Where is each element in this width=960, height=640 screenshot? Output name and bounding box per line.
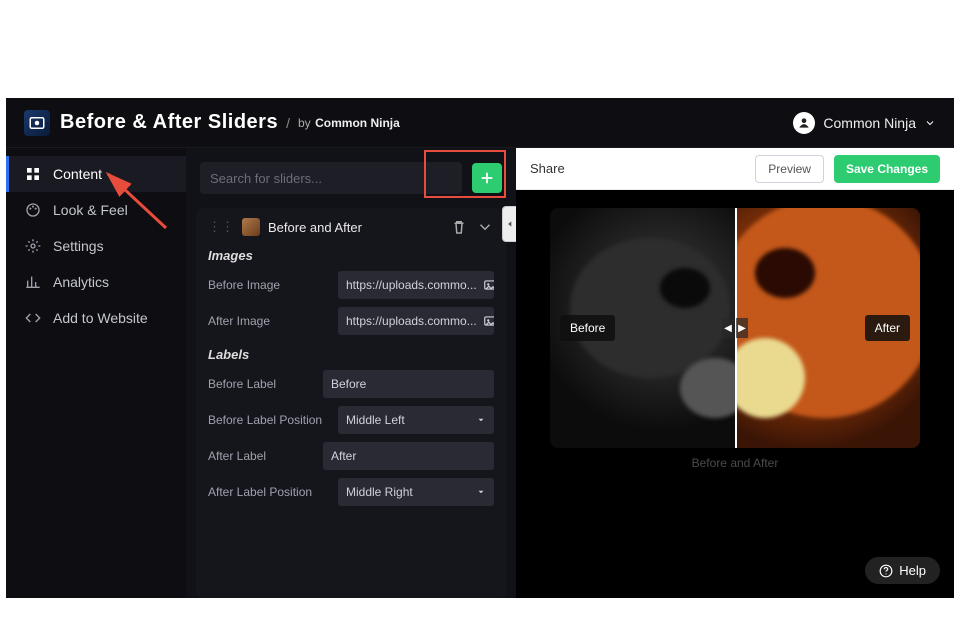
sidebar-item-look-feel[interactable]: Look & Feel <box>6 192 186 228</box>
sidebar-item-content[interactable]: Content <box>6 156 186 192</box>
user-name: Common Ninja <box>823 115 916 131</box>
sidebar-item-settings[interactable]: Settings <box>6 228 186 264</box>
sidebar-item-label: Analytics <box>53 274 109 290</box>
help-button[interactable]: Help <box>865 557 940 584</box>
user-menu[interactable]: Common Ninja <box>793 112 936 134</box>
before-image-field[interactable]: https://uploads.commo... <box>338 271 494 299</box>
app-body: Content Look & Feel Settings Analytics A… <box>6 148 954 598</box>
section-heading-images: Images <box>208 248 494 263</box>
chart-icon <box>25 274 41 290</box>
slider-title: Before and After <box>268 220 362 235</box>
gear-icon <box>25 238 41 254</box>
preview-toolbar: Share Preview Save Changes <box>516 148 954 190</box>
after-image-value: https://uploads.commo... <box>346 314 477 328</box>
chevron-down-icon <box>924 117 936 129</box>
app-logo-icon <box>24 110 50 136</box>
before-pos-select[interactable] <box>338 406 494 434</box>
content-panel: ⋮⋮ Before and After Images Before Image … <box>186 148 516 598</box>
sidebar-item-label: Look & Feel <box>53 202 128 218</box>
field-label-before-image: Before Image <box>208 278 328 292</box>
slider-caption: Before and After <box>692 456 779 470</box>
field-label-before-pos: Before Label Position <box>208 413 328 427</box>
arrow-right-icon: ▶ <box>736 318 748 338</box>
before-tag: Before <box>560 315 615 341</box>
after-image-field[interactable]: https://uploads.commo... <box>338 307 494 335</box>
before-after-slider[interactable]: ◀ ▶ Before After <box>550 208 920 448</box>
sidebar-item-label: Content <box>53 166 102 182</box>
help-label: Help <box>899 563 926 578</box>
collapse-tab[interactable] <box>502 206 516 242</box>
grid-icon <box>25 166 41 182</box>
by-prefix: by <box>298 116 311 130</box>
app-window: Before & After Sliders / by Common Ninja… <box>6 98 954 598</box>
field-label-after-label: After Label <box>208 449 313 463</box>
sidebar-item-analytics[interactable]: Analytics <box>6 264 186 300</box>
avatar-icon <box>793 112 815 134</box>
after-pos-select[interactable] <box>338 478 494 506</box>
share-label[interactable]: Share <box>530 161 565 176</box>
section-heading-labels: Labels <box>208 347 494 362</box>
sidebar-item-label: Settings <box>53 238 104 254</box>
image-icon <box>483 314 494 328</box>
search-input[interactable] <box>200 162 462 194</box>
add-slider-button[interactable] <box>472 163 502 193</box>
sidebar: Content Look & Feel Settings Analytics A… <box>6 148 186 598</box>
preview-stage: ◀ ▶ Before After Before and After Help <box>516 190 954 598</box>
title-separator: / <box>286 115 290 131</box>
before-label-input[interactable] <box>323 370 494 398</box>
field-label-before-label: Before Label <box>208 377 313 391</box>
delete-icon[interactable] <box>450 218 468 236</box>
arrow-left-icon: ◀ <box>722 318 734 338</box>
drag-handle-icon[interactable]: ⋮⋮ <box>208 219 234 235</box>
sidebar-item-label: Add to Website <box>53 310 148 326</box>
slider-card: ⋮⋮ Before and After Images Before Image … <box>196 208 506 598</box>
slider-thumbnail <box>242 218 260 236</box>
help-icon <box>879 564 893 578</box>
after-tag: After <box>865 315 910 341</box>
preview-pane: Share Preview Save Changes ◀ ▶ <box>516 148 954 598</box>
slider-handle[interactable]: ◀ ▶ <box>722 318 748 338</box>
sidebar-item-embed[interactable]: Add to Website <box>6 300 186 336</box>
code-icon <box>25 310 41 326</box>
app-header: Before & After Sliders / by Common Ninja… <box>6 98 954 148</box>
plus-icon <box>480 171 494 185</box>
chevron-down-icon[interactable] <box>476 218 494 236</box>
palette-icon <box>25 202 41 218</box>
field-label-after-image: After Image <box>208 314 328 328</box>
image-icon <box>483 278 494 292</box>
save-button[interactable]: Save Changes <box>834 155 940 183</box>
preview-button[interactable]: Preview <box>755 155 824 183</box>
after-label-input[interactable] <box>323 442 494 470</box>
owner-name: Common Ninja <box>315 116 400 130</box>
app-title: Before & After Sliders <box>60 111 278 134</box>
field-label-after-pos: After Label Position <box>208 485 328 499</box>
triangle-left-icon <box>506 219 514 229</box>
before-image-value: https://uploads.commo... <box>346 278 477 292</box>
